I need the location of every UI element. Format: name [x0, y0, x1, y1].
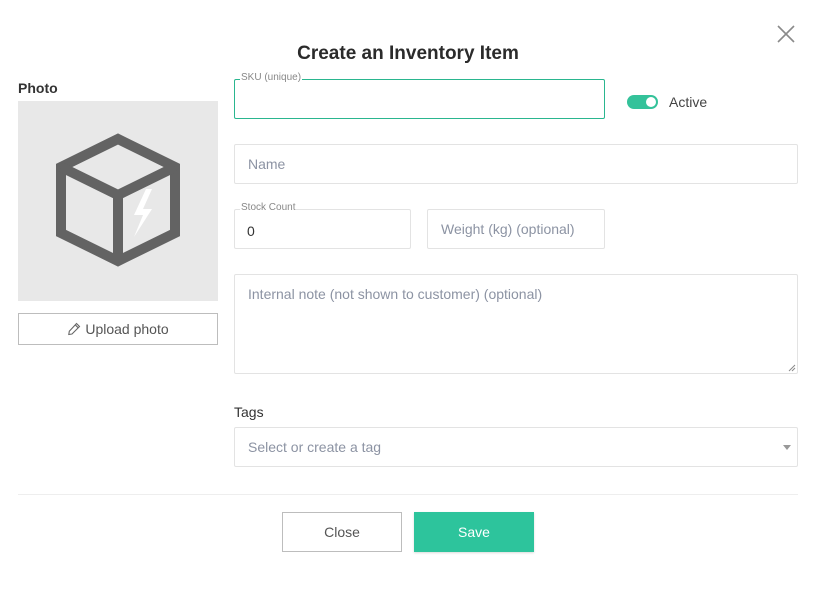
photo-label: Photo	[18, 80, 58, 96]
chevron-down-icon	[783, 445, 791, 450]
save-button[interactable]: Save	[414, 512, 534, 552]
upload-photo-button[interactable]: Upload photo	[18, 313, 218, 345]
stock-count-field[interactable]: Stock Count 0	[234, 202, 411, 249]
weight-field[interactable]: Weight (kg) (optional)	[427, 209, 605, 249]
active-label: Active	[669, 94, 708, 110]
photo-placeholder	[18, 101, 218, 301]
toggle-knob	[646, 97, 656, 107]
active-toggle[interactable]	[627, 95, 658, 109]
close-button[interactable]: Close	[282, 512, 402, 552]
box-icon	[56, 133, 180, 267]
stock-count-value: 0	[247, 223, 255, 239]
tags-label: Tags	[234, 404, 264, 420]
tags-placeholder: Select or create a tag	[248, 439, 382, 455]
internal-note-placeholder: Internal note (not shown to customer) (o…	[248, 286, 543, 302]
sku-field[interactable]: SKU (unique)	[234, 72, 605, 119]
sku-label: SKU (unique)	[240, 72, 303, 83]
dialog-title: Create an Inventory Item	[297, 43, 519, 64]
resize-handle-icon[interactable]	[788, 364, 796, 372]
footer-divider	[18, 494, 798, 495]
tags-select[interactable]: Select or create a tag	[234, 427, 798, 467]
pencil-icon	[68, 322, 81, 336]
upload-photo-label: Upload photo	[85, 321, 169, 337]
name-field[interactable]: Name	[234, 144, 798, 184]
stock-count-label: Stock Count	[240, 202, 297, 213]
weight-placeholder: Weight (kg) (optional)	[441, 221, 575, 237]
internal-note-textarea[interactable]: Internal note (not shown to customer) (o…	[234, 274, 798, 374]
name-placeholder: Name	[248, 156, 286, 172]
